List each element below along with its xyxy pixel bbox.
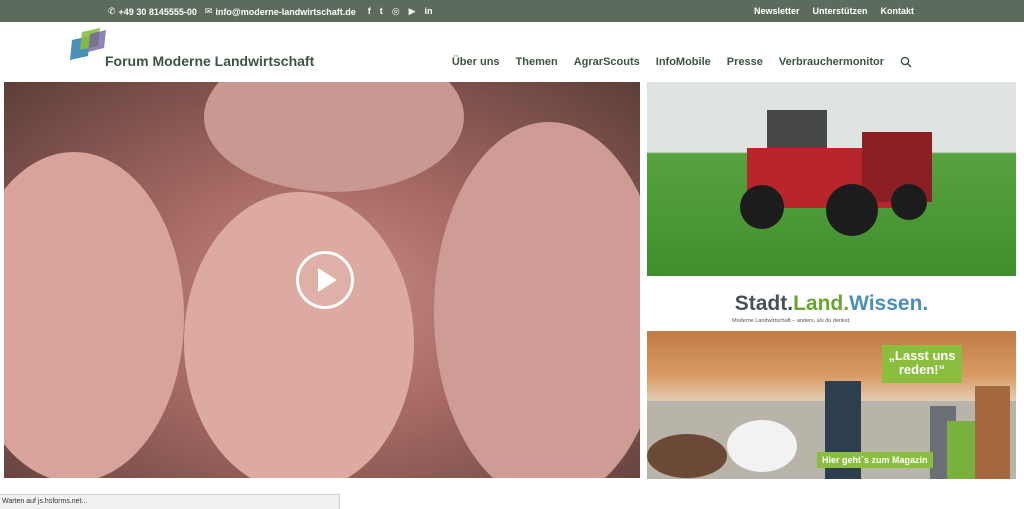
slw-title: Stadt.Land.Wissen.	[647, 292, 1016, 316]
phone-number: +49 30 8145555-00	[118, 6, 197, 17]
tractor-image[interactable]	[647, 82, 1016, 276]
instagram-icon[interactable]: ◎	[392, 7, 400, 16]
slw-stadt: Stadt.	[734, 292, 794, 315]
facebook-icon[interactable]: f	[368, 7, 371, 16]
contact-link[interactable]: Kontakt	[881, 6, 915, 16]
nav-item-press[interactable]: Presse	[727, 56, 763, 68]
top-bar-contact: ✆ +49 30 8145555-00 ✉ info@moderne-landw…	[108, 6, 433, 17]
stadt-land-wissen-logo[interactable]: Stadt.Land.Wissen. Moderne Landwirtschaf…	[647, 292, 1016, 328]
magazine-cta-button[interactable]: Hier geht´s zum Magazin	[817, 452, 933, 468]
play-icon	[318, 268, 337, 292]
logo-icon[interactable]	[70, 26, 110, 64]
support-link[interactable]: Unterstützen	[812, 6, 867, 16]
nav-item-consumer-monitor[interactable]: Verbrauchermonitor	[779, 56, 884, 68]
email-link[interactable]: ✉ info@moderne-landwirtschaft.de	[205, 6, 356, 17]
pig-image-top	[204, 82, 464, 192]
nav-item-agrarscouts[interactable]: AgrarScouts	[574, 56, 640, 68]
pig-image-right	[434, 122, 640, 478]
play-button[interactable]	[296, 251, 354, 309]
slw-land: Land.	[793, 292, 850, 315]
pig-image-left	[4, 152, 184, 478]
brand-name[interactable]: Forum Moderne Landwirtschaft	[105, 53, 314, 69]
hero-video[interactable]	[4, 82, 640, 478]
top-bar: ✆ +49 30 8145555-00 ✉ info@moderne-landw…	[0, 0, 1024, 22]
magazine-teaser[interactable]: „Lasst uns reden!“ Hier geht´s zum Magaz…	[647, 331, 1016, 479]
slw-tagline: Moderne Landwirtschaft – anders, als du …	[732, 318, 851, 324]
main-nav: Über uns Themen AgrarScouts InfoMobile P…	[452, 56, 912, 68]
tractor-illustration	[740, 110, 932, 236]
mail-icon: ✉	[204, 6, 213, 16]
pig-image-center	[184, 192, 414, 478]
nav-item-about[interactable]: Über uns	[452, 56, 500, 68]
top-bar-links: Newsletter Unterstützen Kontakt	[754, 6, 914, 16]
newsletter-link[interactable]: Newsletter	[754, 6, 800, 16]
speech-bubble: „Lasst uns reden!“	[882, 345, 962, 383]
site-header: Forum Moderne Landwirtschaft Über uns Th…	[0, 22, 1024, 80]
twitter-icon[interactable]: t	[380, 7, 383, 16]
email-address: info@moderne-landwirtschaft.de	[215, 6, 356, 17]
search-icon[interactable]	[900, 56, 912, 68]
phone-link[interactable]: ✆ +49 30 8145555-00	[108, 6, 197, 17]
slw-wissen: Wissen.	[849, 292, 929, 315]
social-links: f t ◎ ▶ in	[368, 7, 433, 16]
nav-item-infomobile[interactable]: InfoMobile	[656, 56, 711, 68]
nav-item-topics[interactable]: Themen	[516, 56, 558, 68]
linkedin-icon[interactable]: in	[425, 7, 433, 16]
browser-status-bar: Warten auf js.hsforms.net...	[0, 494, 340, 509]
youtube-icon[interactable]: ▶	[409, 7, 416, 16]
phone-icon: ✆	[108, 6, 116, 16]
